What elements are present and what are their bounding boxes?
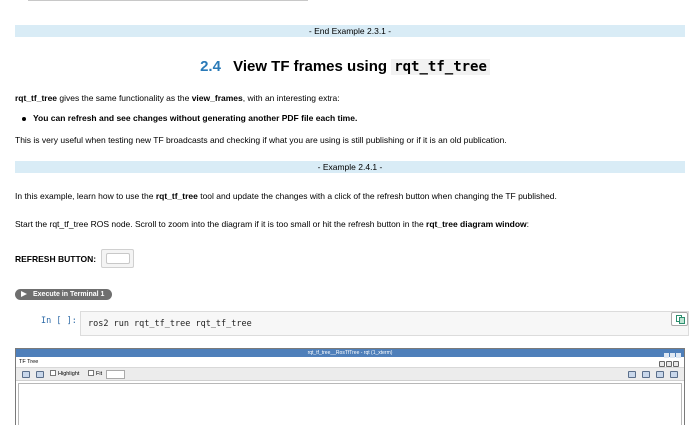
example-paragraph-1: In this example, learn how to use the rq… — [15, 191, 557, 201]
fit-checkbox: Fit — [88, 370, 102, 379]
intro-paragraph: rqt_tf_tree gives the same functionality… — [15, 93, 340, 103]
save-svg-icon — [642, 371, 650, 378]
feature-bullet: You can refresh and see changes without … — [22, 113, 357, 123]
intro-tool-name: rqt_tf_tree — [15, 93, 58, 103]
usage-note: This is very useful when testing new TF … — [15, 135, 507, 145]
export-icon — [670, 371, 678, 378]
rqt-tf-tree-window-screenshot: rqt_tf_tree__RosTfTree - rqt (1_xterm) T… — [15, 348, 685, 425]
p2-bold: rqt_tree diagram window — [426, 219, 527, 229]
copy-icon[interactable] — [671, 312, 688, 326]
play-icon — [21, 291, 27, 297]
intro-text-2: , with an interesting extra: — [242, 93, 340, 103]
tf-tree-toolbar: Highlight Fit — [16, 367, 684, 381]
refresh-label: REFRESH BUTTON: — [15, 254, 97, 264]
p1-before: In this example, learn how to use the — [15, 191, 156, 201]
p2-after: : — [526, 219, 530, 229]
tf-tree-canvas — [18, 383, 682, 425]
refresh-button-image — [101, 249, 134, 268]
zoom-icon — [36, 371, 44, 378]
example-paragraph-2: Start the rqt_tf_tree ROS node. Scroll t… — [15, 219, 529, 229]
intro-compare-tool: view_frames — [191, 93, 243, 103]
tf-tree-tab: TF Tree — [19, 359, 39, 365]
save-dot-icon — [628, 371, 636, 378]
p1-tool: rqt_tf_tree — [155, 191, 198, 201]
p1-after: tool and update the changes with a click… — [197, 191, 557, 201]
refresh-button-inner — [106, 253, 130, 264]
end-example-banner: - End Example 2.3.1 - — [15, 25, 685, 37]
bullet-dot — [22, 116, 26, 121]
cell-prompt: In [ ]: — [41, 316, 77, 326]
highlight-checkbox: Highlight — [50, 370, 79, 379]
bullet-text: You can refresh and see changes without … — [33, 113, 358, 123]
p2-before: Start the rqt_tf_tree ROS node. Scroll t… — [15, 219, 427, 229]
truncated-text-line — [28, 0, 308, 2]
fit-input — [106, 370, 125, 379]
section-title-code: rqt_tf_tree — [391, 59, 490, 75]
refresh-icon — [22, 371, 30, 378]
window-titlebar: rqt_tf_tree__RosTfTree - rqt (1_xterm) — [16, 349, 684, 357]
save-image-icon — [656, 371, 664, 378]
section-number: 2.4 — [200, 58, 221, 75]
example-banner: - Example 2.4.1 - — [15, 161, 685, 173]
execute-in-terminal-button[interactable]: Execute in Terminal 1 — [15, 289, 112, 300]
code-cell[interactable]: ros2 run rqt_tf_tree rqt_tf_tree — [80, 311, 689, 336]
section-title: View TF frames using — [233, 58, 388, 75]
intro-text-1: gives the same functionality as the — [57, 93, 192, 103]
section-heading: 2.4 View TF frames using rqt_tf_tree — [0, 58, 690, 75]
code-text[interactable]: ros2 run rqt_tf_tree rqt_tf_tree — [88, 319, 252, 329]
execute-label: Execute in Terminal 1 — [33, 291, 105, 298]
